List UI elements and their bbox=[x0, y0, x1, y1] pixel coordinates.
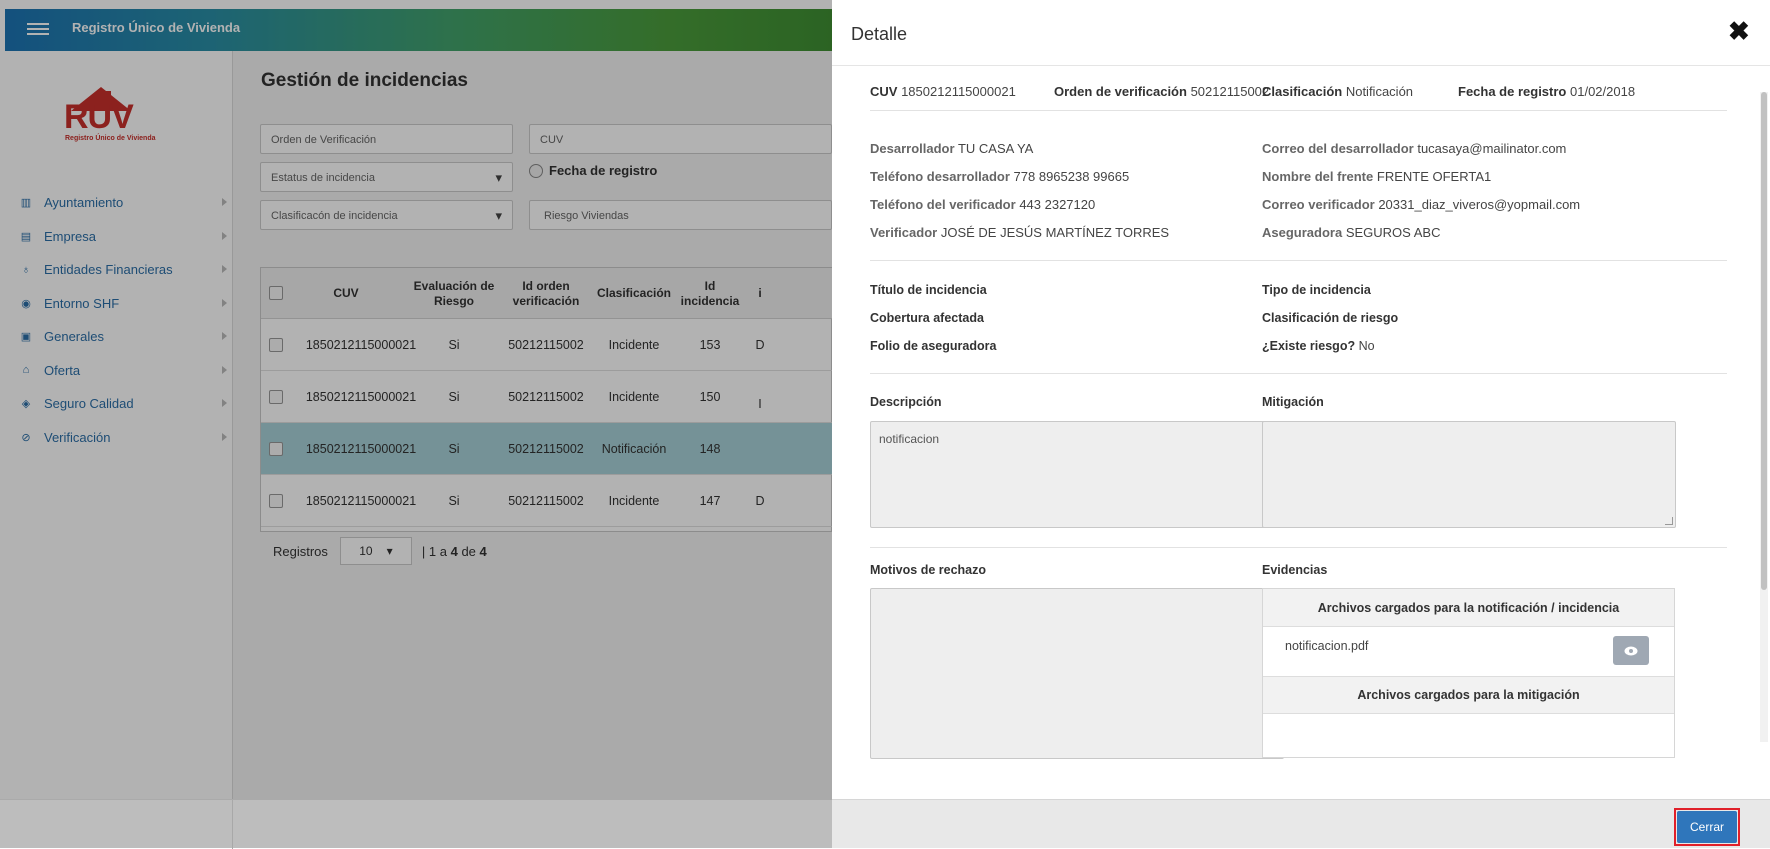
info-telefono-desarrollador: Teléfono desarrollador 778 8965238 99665 bbox=[870, 169, 1130, 184]
info-verificador: Verificador JOSÉ DE JESÚS MARTÍNEZ TORRE… bbox=[870, 225, 1170, 240]
summary-fecha: Fecha de registro 01/02/2018 bbox=[1458, 84, 1636, 99]
modal-backdrop[interactable] bbox=[0, 0, 832, 848]
tipo-incidencia-label: Tipo de incidencia bbox=[1262, 283, 1371, 297]
mitigacion-files-header: Archivos cargados para la mitigación bbox=[1263, 676, 1674, 714]
titulo-incidencia-label: Título de incidencia bbox=[870, 283, 987, 297]
divider bbox=[870, 110, 1727, 111]
view-file-button[interactable] bbox=[1613, 636, 1649, 665]
divider bbox=[870, 260, 1727, 261]
evidencias-label: Evidencias bbox=[1262, 563, 1328, 577]
backdrop-footer bbox=[0, 799, 832, 849]
modal-title: Detalle bbox=[851, 24, 908, 44]
evidencias-panel: Archivos cargados para la notificación /… bbox=[1262, 588, 1675, 758]
motivos-rechazo-label: Motivos de rechazo bbox=[870, 563, 986, 577]
info-correo-desarrollador: Correo del desarrollador tucasaya@mailin… bbox=[1262, 141, 1567, 156]
summary-orden: Orden de verificación 50212115002 bbox=[1054, 84, 1270, 99]
existe-riesgo: ¿Existe riesgo? No bbox=[1262, 339, 1375, 353]
summary-cuv: CUV 1850212115000021 bbox=[870, 84, 1016, 99]
clasificacion-riesgo-label: Clasificación de riesgo bbox=[1262, 311, 1399, 325]
cobertura-afectada-label: Cobertura afectada bbox=[870, 311, 984, 325]
descripcion-textarea[interactable]: notificacion bbox=[870, 421, 1284, 528]
eye-icon bbox=[1624, 646, 1638, 655]
detalle-modal: Detalle ✖ CUV 1850212115000021 Orden de … bbox=[832, 0, 1770, 848]
info-nombre-frente: Nombre del frente FRENTE OFERTA1 bbox=[1262, 169, 1492, 184]
info-desarrollador: Desarrollador TU CASA YA bbox=[870, 141, 1034, 156]
mitigacion-label: Mitigación bbox=[1262, 395, 1324, 409]
modal-header: Detalle ✖ bbox=[832, 0, 1770, 66]
descripcion-label: Descripción bbox=[870, 395, 942, 409]
mitigacion-textarea[interactable] bbox=[1262, 421, 1676, 528]
file-name: notificacion.pdf bbox=[1285, 639, 1369, 653]
divider bbox=[870, 373, 1727, 374]
notificacion-files-header: Archivos cargados para la notificación /… bbox=[1263, 589, 1674, 627]
info-aseguradora: Aseguradora SEGUROS ABC bbox=[1262, 225, 1441, 240]
motivos-rechazo-textarea[interactable] bbox=[870, 588, 1284, 759]
summary-clasificacion: Clasificación Notificación bbox=[1262, 84, 1414, 99]
close-icon[interactable]: ✖ bbox=[1728, 18, 1750, 44]
info-telefono-verificador: Teléfono del verificador 443 2327120 bbox=[870, 197, 1096, 212]
modal-footer bbox=[832, 799, 1770, 848]
cerrar-button[interactable]: Cerrar bbox=[1677, 811, 1737, 843]
folio-aseguradora-label: Folio de aseguradora bbox=[870, 339, 997, 353]
info-correo-verificador: Correo verificador 20331_diaz_viveros@yo… bbox=[1262, 197, 1581, 212]
divider bbox=[870, 547, 1727, 548]
scrollbar-thumb[interactable] bbox=[1761, 92, 1767, 590]
modal-scrollbar[interactable] bbox=[1760, 92, 1768, 742]
